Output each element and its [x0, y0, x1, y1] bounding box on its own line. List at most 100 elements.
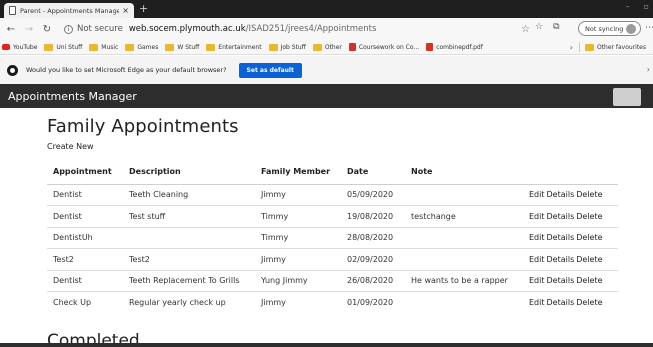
folder-icon	[206, 43, 216, 51]
table-row: Dentist Teeth Cleaning Jimmy 05/09/2020 Edit…	[47, 184, 618, 206]
header-date: Date	[341, 160, 405, 185]
url-path: /ISAD251/jrees4/Appointments	[245, 24, 377, 34]
cell-date: 01/09/2020	[341, 291, 405, 313]
url-host: web.socem.plymouth.ac.uk	[128, 24, 246, 34]
bookmark-item[interactable]: Coursework on Co...	[348, 43, 420, 51]
bookmark-label: Coursework on Co...	[358, 43, 420, 51]
details-link[interactable]: Details	[547, 212, 575, 221]
youtube-icon	[2, 44, 10, 50]
delete-link[interactable]: Delete	[576, 276, 602, 285]
tab-title: Parent - Appointments Manager	[20, 6, 120, 15]
bookmark-label: Entertainment	[218, 43, 262, 51]
bookmark-item[interactable]: Other	[312, 43, 342, 51]
cell-family-member: Jimmy	[255, 248, 341, 270]
minimize-icon[interactable]: –	[626, 2, 630, 11]
table-row: Dentist Test stuff Timmy 19/08/2020 testchan…	[47, 205, 618, 227]
profile-avatar	[626, 23, 637, 34]
details-link[interactable]: Details	[547, 298, 575, 307]
cell-note	[405, 291, 523, 313]
address-bar: ← → ↻ i Not secure web.socem.plymouth.ac…	[0, 18, 653, 40]
edit-link[interactable]: Edit	[529, 255, 545, 264]
refresh-icon[interactable]: ↻	[40, 24, 54, 35]
delete-link[interactable]: Delete	[576, 190, 602, 199]
row-actions: Edit Details Delete	[523, 291, 618, 313]
bookmark-item[interactable]: Entertainment	[206, 43, 262, 51]
bookmark-item[interactable]: YouTube	[2, 44, 37, 51]
navbar-toggle-button[interactable]	[613, 88, 641, 106]
cell-date: 26/08/2020	[341, 269, 405, 292]
folder-icon	[165, 43, 175, 51]
edit-link[interactable]: Edit	[529, 276, 545, 285]
divider	[578, 42, 580, 52]
bookmark-label: W Stuff	[177, 43, 200, 51]
edit-link[interactable]: Edit	[529, 190, 545, 199]
cell-appointment: Dentist	[47, 205, 123, 227]
cell-family-member: Jimmy	[255, 291, 341, 313]
app-navbar: Appointments Manager	[0, 84, 653, 108]
row-actions: Edit Details Delete	[523, 226, 618, 249]
row-actions: Edit Details Delete	[523, 269, 618, 292]
folder-icon	[44, 43, 54, 51]
bookmark-label: Games	[137, 43, 159, 51]
delete-link[interactable]: Delete	[576, 233, 602, 242]
folder-icon	[268, 43, 278, 51]
bookmark-item[interactable]: combinepdf.pdf	[426, 43, 483, 51]
sync-button[interactable]: Not syncing	[578, 21, 642, 36]
bookmark-item[interactable]: Uni Stuff	[44, 43, 82, 51]
edit-link[interactable]: Edit	[529, 233, 545, 242]
bottom-strip	[0, 343, 653, 347]
forward-icon[interactable]: →	[22, 24, 36, 35]
header-family-member: Family Member	[255, 160, 341, 185]
details-link[interactable]: Details	[547, 190, 575, 199]
browser-tab-strip: Parent - Appointments Manager × + – ▫	[0, 0, 653, 18]
table-row: DentistUh Timmy 28/08/2020 Edit Details Delet…	[47, 226, 618, 249]
row-actions: Edit Details Delete	[523, 205, 618, 227]
delete-link[interactable]: Delete	[576, 212, 602, 221]
collections-icon[interactable]: ⧉	[553, 22, 559, 32]
browser-tab[interactable]: Parent - Appointments Manager ×	[4, 3, 134, 18]
window-controls: – ▫	[626, 2, 649, 11]
cell-appointment: DentistUh	[47, 226, 123, 249]
favorite-star-icon[interactable]: ☆	[521, 24, 530, 35]
folder-icon	[584, 43, 594, 51]
tab-close-icon[interactable]: ×	[122, 6, 129, 15]
details-link[interactable]: Details	[547, 276, 575, 285]
cell-note	[405, 226, 523, 249]
new-tab-button[interactable]: +	[139, 3, 148, 15]
cell-appointment: Dentist	[53, 190, 82, 200]
bookmark-item[interactable]: W Stuff	[165, 43, 200, 51]
cell-date: 19/08/2020	[341, 205, 405, 227]
bookmark-item[interactable]: Music	[89, 43, 118, 51]
appointments-table: Appointment Description Family Member Da…	[47, 160, 618, 313]
create-new-link[interactable]: Create New	[47, 142, 94, 151]
edit-link[interactable]: Edit	[529, 298, 545, 307]
set-as-default-button[interactable]: Set as default	[238, 62, 302, 78]
header-appointment: Appointment	[47, 160, 123, 185]
not-secure-label: Not secure	[77, 24, 123, 34]
page-icon	[9, 6, 16, 15]
banner-close-icon[interactable]: ›	[647, 65, 650, 74]
more-menu-icon[interactable]: ⋯	[645, 23, 653, 33]
restore-icon[interactable]: ▫	[644, 2, 649, 11]
favorites-icon[interactable]: ☆	[535, 22, 543, 32]
brand-link[interactable]: Appointments Manager	[8, 90, 137, 103]
cell-note: He wants to be a rapper	[405, 269, 523, 292]
delete-link[interactable]: Delete	[576, 255, 602, 264]
table-row: Dentist Teeth Replacement To Grills Yung J…	[47, 269, 618, 292]
chevron-right-icon[interactable]: ›	[570, 43, 573, 52]
url-field[interactable]: i Not secure web.socem.plymouth.ac.uk /I…	[60, 21, 530, 38]
info-icon[interactable]: i	[64, 24, 73, 34]
cell-family-member: Jimmy	[261, 190, 286, 200]
delete-link[interactable]: Delete	[576, 298, 602, 307]
folder-icon	[312, 43, 322, 51]
bookmark-item[interactable]: Job Stuff	[268, 43, 306, 51]
details-link[interactable]: Details	[547, 233, 575, 242]
details-link[interactable]: Details	[547, 255, 575, 264]
edit-link[interactable]: Edit	[529, 212, 545, 221]
banner-text: Would you like to set Microsoft Edge as …	[26, 66, 227, 74]
header-actions	[523, 160, 618, 185]
bookmark-item[interactable]: Games	[125, 43, 159, 51]
table-header-row: Appointment Description Family Member Da…	[47, 160, 618, 185]
other-favourites-folder[interactable]: Other favourites	[584, 43, 646, 51]
back-icon[interactable]: ←	[4, 24, 18, 35]
